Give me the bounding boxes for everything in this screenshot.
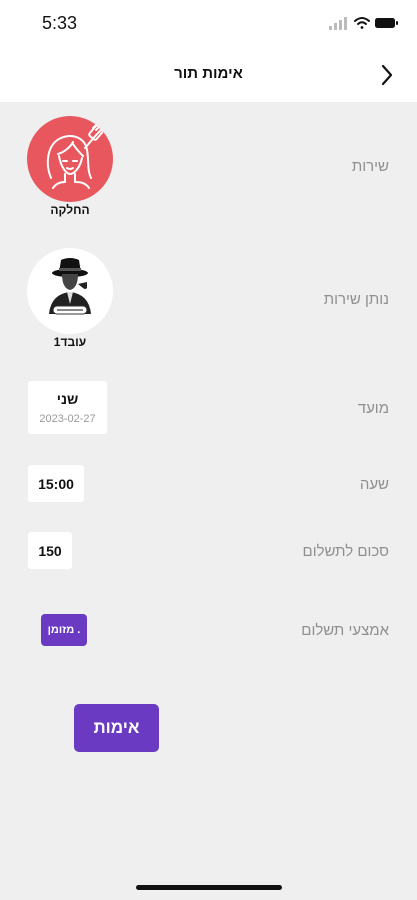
gentleman-avatar-icon xyxy=(49,258,91,315)
provider-image xyxy=(27,248,113,334)
service-image xyxy=(27,116,113,202)
page-title: אימות תור xyxy=(174,65,243,82)
provider-label: נותן שירות xyxy=(323,291,389,308)
nav-bar: אימות תור xyxy=(0,48,417,102)
appointment-day: שני xyxy=(56,390,79,407)
date-card: שני 2023-02-27 xyxy=(28,381,107,434)
chevron-right-icon xyxy=(381,64,393,86)
confirm-button[interactable]: אימות xyxy=(74,704,159,752)
payment-method-chip[interactable]: מזומן . xyxy=(41,614,87,646)
amount-value: 150 xyxy=(28,532,72,569)
home-indicator xyxy=(136,885,282,890)
signal-icon xyxy=(329,17,347,30)
hour-label: שעה xyxy=(359,476,389,493)
appointment-date: 2023-02-27 xyxy=(39,412,96,425)
battery-icon xyxy=(375,18,398,28)
amount-label: סכום לתשלום xyxy=(302,543,389,560)
hour-value: 15:00 xyxy=(28,465,84,502)
hair-brush-icon xyxy=(46,121,105,189)
appointment-label: מועד xyxy=(357,400,389,417)
payment-label: אמצעי תשלום xyxy=(301,622,389,639)
status-time: 5:33 xyxy=(42,13,78,33)
status-bar: 5:33 xyxy=(0,0,417,48)
service-name: החלקה xyxy=(50,203,90,217)
provider-name: עובד1 xyxy=(53,335,87,349)
service-label: שירות xyxy=(351,158,389,175)
wifi-icon xyxy=(354,17,370,29)
status-icons xyxy=(329,17,398,30)
back-button[interactable] xyxy=(372,60,402,90)
